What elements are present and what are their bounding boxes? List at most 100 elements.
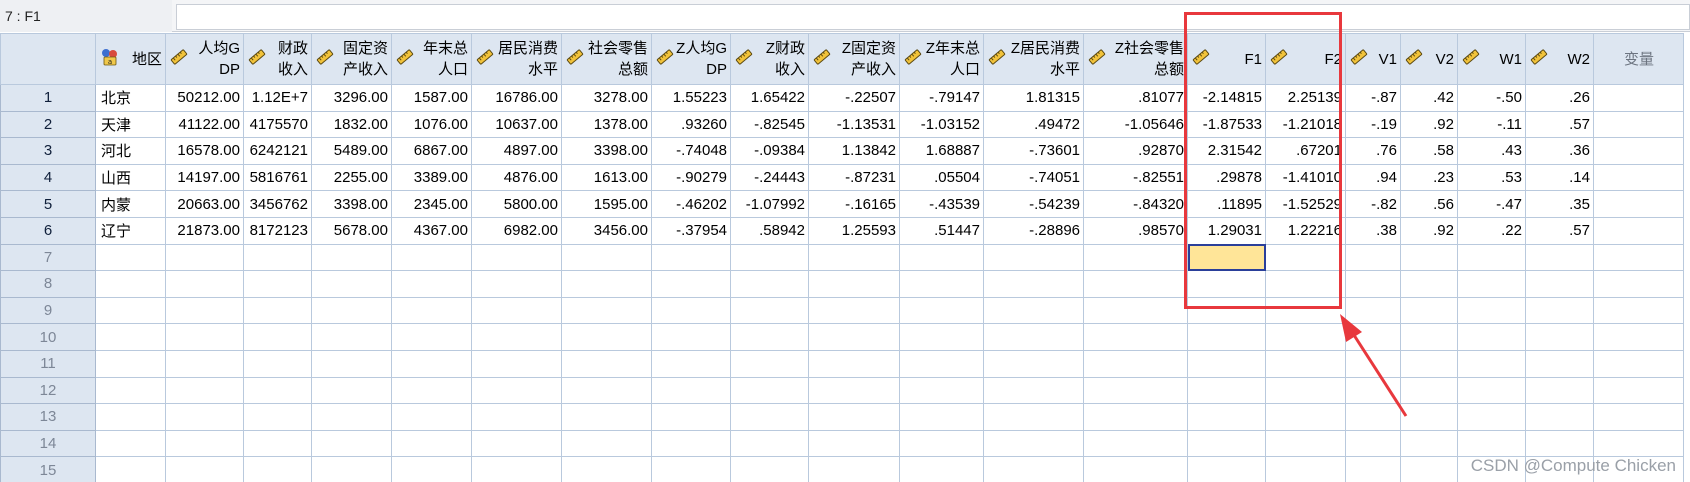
column-header-4[interactable]: 固定资产收入 — [311, 33, 392, 85]
data-cell[interactable]: -.74048 — [651, 137, 731, 165]
column-header-17[interactable]: V2 — [1400, 33, 1458, 85]
data-cell[interactable] — [1265, 323, 1346, 351]
data-cell[interactable]: 50212.00 — [165, 84, 244, 112]
data-cell[interactable]: 1587.00 — [391, 84, 472, 112]
data-cell[interactable] — [471, 429, 562, 458]
data-cell[interactable] — [471, 456, 562, 482]
data-cell[interactable]: .93260 — [651, 110, 731, 139]
data-cell[interactable] — [899, 296, 984, 325]
data-cell[interactable]: -.82545 — [730, 110, 809, 139]
data-cell[interactable]: .38 — [1345, 216, 1401, 245]
column-header-1[interactable]: a 地区 — [95, 33, 166, 85]
data-cell[interactable] — [1400, 323, 1458, 351]
data-cell[interactable] — [165, 349, 244, 378]
data-cell[interactable]: 6982.00 — [471, 216, 562, 245]
data-cell[interactable] — [561, 349, 652, 378]
data-cell[interactable]: -.73601 — [983, 137, 1084, 165]
data-cell[interactable]: .05504 — [899, 163, 984, 192]
data-cell[interactable] — [651, 270, 731, 298]
data-cell[interactable] — [1187, 456, 1266, 482]
data-cell[interactable]: 3398.00 — [311, 190, 392, 218]
data-cell[interactable] — [1400, 403, 1458, 431]
data-cell[interactable] — [808, 349, 900, 378]
data-cell[interactable]: -.37954 — [651, 216, 731, 245]
data-cell[interactable]: .23 — [1400, 163, 1458, 192]
row-header[interactable]: 6 — [0, 216, 96, 245]
data-cell[interactable]: 辽宁 — [95, 216, 166, 245]
data-cell[interactable] — [95, 376, 166, 405]
data-cell[interactable]: -.09384 — [730, 137, 809, 165]
data-cell[interactable]: 2.31542 — [1187, 137, 1266, 165]
data-cell[interactable] — [808, 296, 900, 325]
row-header[interactable]: 5 — [0, 190, 96, 218]
data-cell[interactable]: .58 — [1400, 137, 1458, 165]
data-cell[interactable] — [1593, 376, 1684, 405]
data-cell[interactable] — [983, 296, 1084, 325]
data-cell[interactable] — [983, 456, 1084, 482]
data-cell[interactable] — [1083, 243, 1188, 272]
data-cell[interactable]: 2.25139 — [1265, 84, 1346, 112]
data-cell[interactable] — [899, 376, 984, 405]
column-header-2[interactable]: 人均GDP — [165, 33, 244, 85]
data-cell[interactable]: -1.87533 — [1187, 110, 1266, 139]
data-cell[interactable] — [730, 270, 809, 298]
data-cell[interactable] — [1400, 376, 1458, 405]
data-cell[interactable]: 8172123 — [243, 216, 312, 245]
data-cell[interactable]: -.22507 — [808, 84, 900, 112]
data-cell[interactable] — [1525, 296, 1594, 325]
data-cell[interactable] — [1265, 296, 1346, 325]
data-cell[interactable]: .51447 — [899, 216, 984, 245]
data-cell[interactable] — [1525, 376, 1594, 405]
data-cell[interactable] — [899, 349, 984, 378]
data-cell[interactable] — [1593, 429, 1684, 458]
row-header[interactable]: 4 — [0, 163, 96, 192]
data-cell[interactable] — [1187, 376, 1266, 405]
data-cell[interactable]: .67201 — [1265, 137, 1346, 165]
data-cell[interactable] — [1593, 190, 1684, 218]
data-cell[interactable] — [1593, 296, 1684, 325]
data-cell[interactable] — [243, 243, 312, 272]
data-cell[interactable] — [899, 429, 984, 458]
data-cell[interactable] — [1083, 376, 1188, 405]
row-header[interactable]: 2 — [0, 110, 96, 139]
data-cell[interactable]: 21873.00 — [165, 216, 244, 245]
data-cell[interactable] — [471, 403, 562, 431]
data-cell[interactable] — [651, 323, 731, 351]
column-header-16[interactable]: V1 — [1345, 33, 1401, 85]
data-cell[interactable] — [471, 349, 562, 378]
data-cell[interactable] — [983, 243, 1084, 272]
data-cell[interactable] — [1265, 243, 1346, 272]
data-cell[interactable]: -.82551 — [1083, 163, 1188, 192]
column-header-14[interactable]: F1 — [1187, 33, 1266, 85]
column-header-15[interactable]: F2 — [1265, 33, 1346, 85]
data-cell[interactable] — [983, 376, 1084, 405]
data-cell[interactable]: .14 — [1525, 163, 1594, 192]
data-cell[interactable] — [730, 403, 809, 431]
data-cell[interactable]: -.54239 — [983, 190, 1084, 218]
data-cell[interactable]: -.87 — [1345, 84, 1401, 112]
data-cell[interactable] — [1400, 456, 1458, 482]
data-cell[interactable] — [1593, 270, 1684, 298]
data-cell[interactable] — [1593, 163, 1684, 192]
data-cell[interactable] — [243, 429, 312, 458]
data-cell[interactable]: -.87231 — [808, 163, 900, 192]
data-cell[interactable] — [561, 243, 652, 272]
data-cell[interactable]: .92870 — [1083, 137, 1188, 165]
data-cell[interactable] — [311, 296, 392, 325]
data-cell[interactable]: 1595.00 — [561, 190, 652, 218]
data-cell[interactable] — [1525, 270, 1594, 298]
data-cell[interactable]: -.50 — [1457, 84, 1526, 112]
data-cell[interactable] — [1400, 349, 1458, 378]
data-cell[interactable] — [311, 323, 392, 351]
data-cell[interactable]: .53 — [1457, 163, 1526, 192]
data-cell[interactable] — [1525, 429, 1594, 458]
data-cell[interactable] — [391, 349, 472, 378]
data-cell[interactable]: 5678.00 — [311, 216, 392, 245]
selected-cell[interactable] — [1187, 243, 1266, 272]
data-cell[interactable] — [1345, 429, 1401, 458]
data-cell[interactable]: 6242121 — [243, 137, 312, 165]
data-cell[interactable]: .76 — [1345, 137, 1401, 165]
data-cell[interactable]: 3456762 — [243, 190, 312, 218]
data-cell[interactable] — [808, 456, 900, 482]
data-cell[interactable] — [95, 456, 166, 482]
